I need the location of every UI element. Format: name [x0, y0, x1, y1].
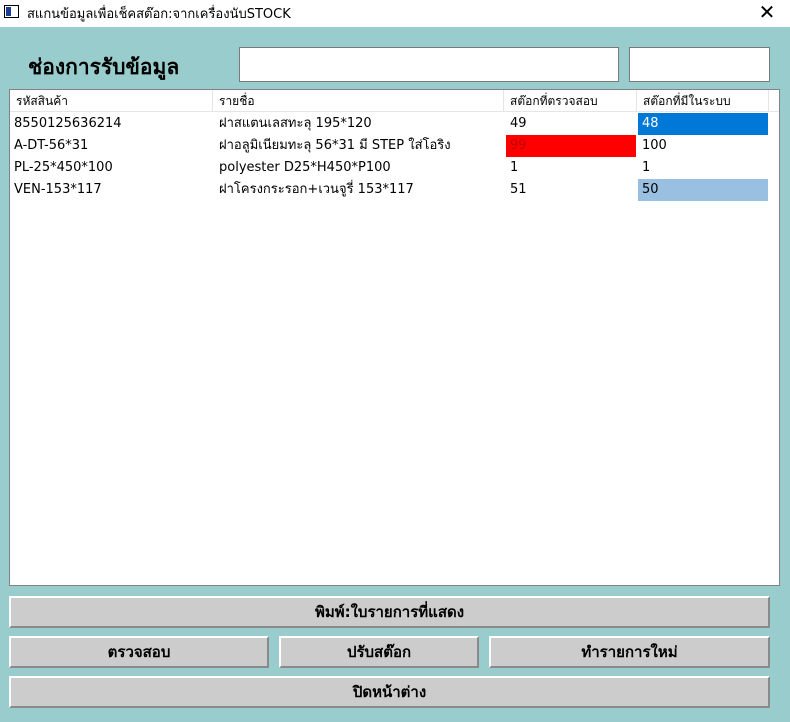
stock-list[interactable]: รหัสสินค้า รายชื่อ สต๊อกที่ตรวจสอบ สต๊อก… — [9, 89, 780, 586]
column-header-code[interactable]: รหัสสินค้า — [10, 90, 213, 112]
cell-checked: 1 — [510, 160, 519, 175]
table-row[interactable]: 8550125636214 ฝาสแตนเลสทะลุ 195*120 49 4… — [10, 113, 779, 135]
close-window-button[interactable]: ปิดหน้าต่าง — [9, 676, 770, 708]
check-button[interactable]: ตรวจสอบ — [9, 636, 269, 668]
quantity-input[interactable] — [629, 47, 770, 82]
column-header-name[interactable]: รายชื่อ — [213, 90, 504, 112]
cell-name: ฝาสแตนเลสทะลุ 195*120 — [219, 116, 372, 131]
cell-code: VEN-153*117 — [14, 182, 102, 197]
close-icon[interactable]: ✕ — [744, 0, 790, 27]
window-client: ช่องการรับข้อมูล รหัสสินค้า รายชื่อ สต๊อ… — [0, 27, 790, 722]
title-bar: สแกนข้อมูลเพื่อเช็คสต๊อก:จากเครื่องนับST… — [0, 0, 790, 27]
cell-checked: 51 — [510, 182, 527, 197]
cell-system: 1 — [642, 160, 651, 175]
print-list-button[interactable]: พิมพ์:ใบรายการที่แสดง — [9, 596, 770, 628]
window-title: สแกนข้อมูลเพื่อเช็คสต๊อก:จากเครื่องนับST… — [27, 7, 291, 22]
cell-name: ฝาอลูมิเนียมทะลุ 56*31 มี STEP ใส่โอริง — [219, 138, 451, 153]
cell-name: polyester D25*H450*P100 — [219, 160, 391, 175]
cell-system: 100 — [642, 138, 667, 153]
cell-name: ฝาโครงกระรอก+เวนจูรี่ 153*117 — [219, 182, 414, 197]
cell-code: A-DT-56*31 — [14, 138, 89, 153]
scan-input[interactable] — [239, 47, 619, 82]
cell-checked: 99 — [506, 135, 636, 157]
adjust-stock-button[interactable]: ปรับสต๊อก — [279, 636, 479, 668]
cell-checked: 49 — [510, 116, 527, 131]
table-row[interactable]: PL-25*450*100 polyester D25*H450*P100 1 … — [10, 157, 779, 179]
cell-code: PL-25*450*100 — [14, 160, 113, 175]
new-transaction-button[interactable]: ทำรายการใหม่ — [489, 636, 770, 668]
app-icon — [4, 5, 19, 18]
column-header-checked[interactable]: สต๊อกที่ตรวจสอบ — [504, 90, 637, 112]
cell-system: 48 — [638, 113, 768, 135]
cell-code: 8550125636214 — [14, 116, 122, 131]
input-heading: ช่องการรับข้อมูล — [28, 55, 180, 79]
list-header: รหัสสินค้า รายชื่อ สต๊อกที่ตรวจสอบ สต๊อก… — [10, 90, 779, 112]
cell-system: 50 — [638, 179, 768, 201]
table-row[interactable]: VEN-153*117 ฝาโครงกระรอก+เวนจูรี่ 153*11… — [10, 179, 779, 201]
column-header-system[interactable]: สต๊อกที่มีในระบบ — [637, 90, 769, 112]
table-row[interactable]: A-DT-56*31 ฝาอลูมิเนียมทะลุ 56*31 มี STE… — [10, 135, 779, 157]
